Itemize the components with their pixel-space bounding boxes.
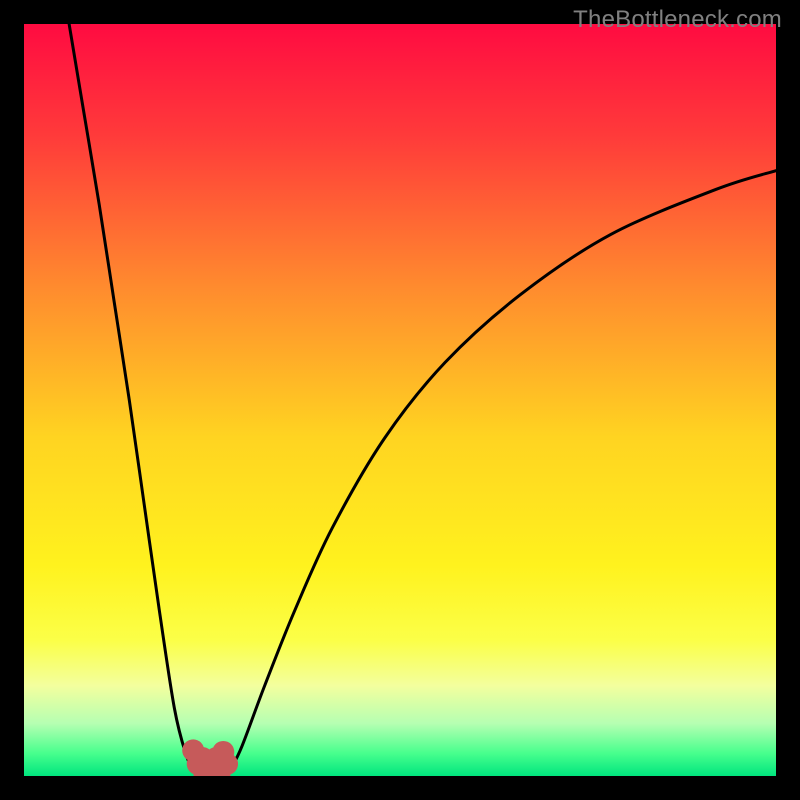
chart-container: TheBottleneck.com	[0, 0, 800, 800]
bottleneck-chart	[24, 24, 776, 776]
gradient-background	[24, 24, 776, 776]
watermark-text: TheBottleneck.com	[573, 6, 782, 34]
